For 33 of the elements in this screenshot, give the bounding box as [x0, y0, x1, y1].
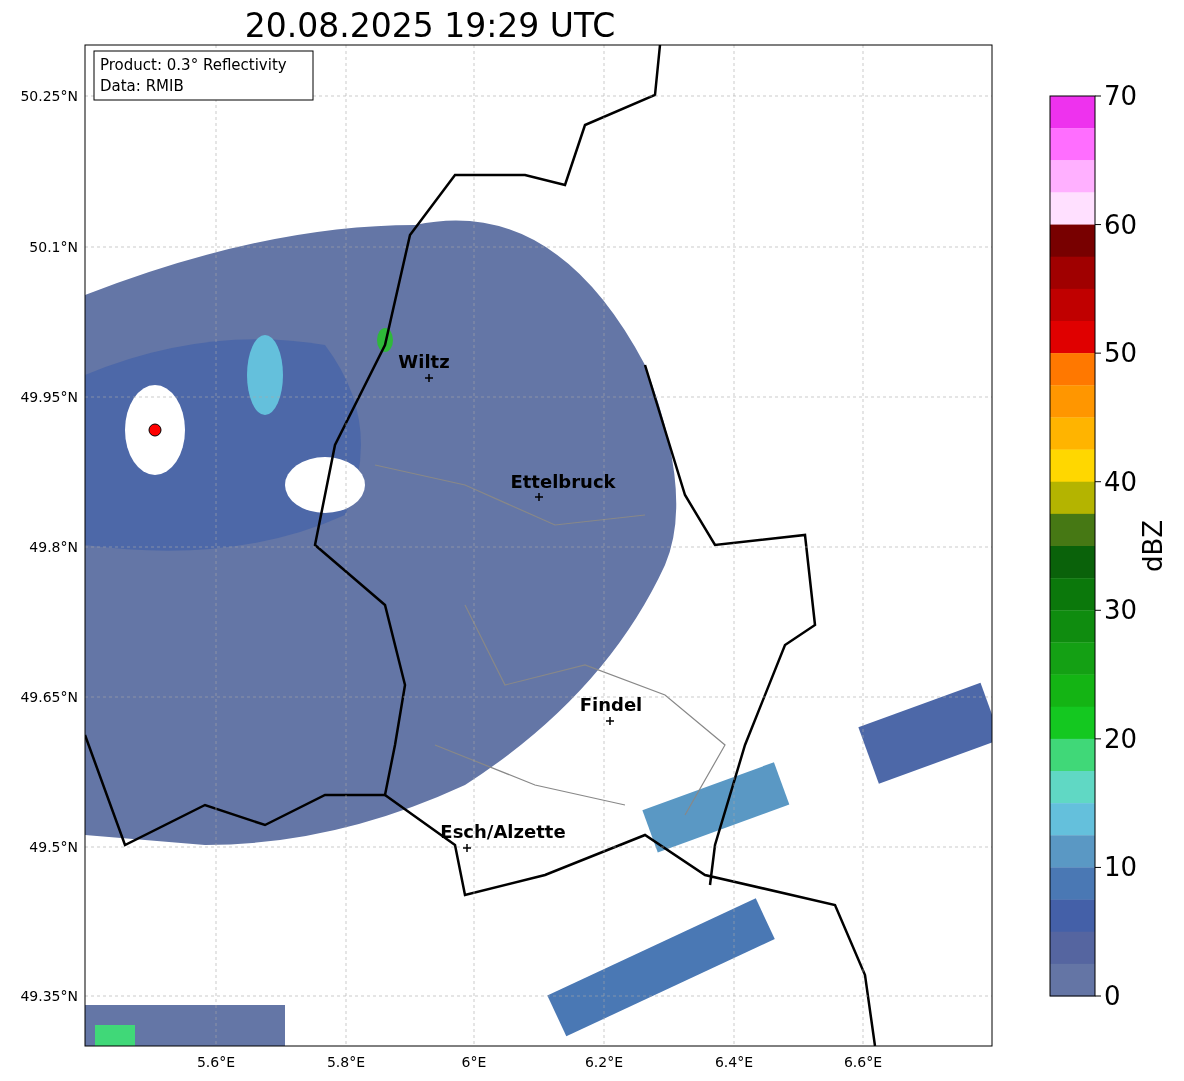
colorbar-tick-label: 0 — [1104, 981, 1121, 1011]
longitude-tick-label: 6.6°E — [843, 1054, 883, 1070]
colorbar-tick-label: 40 — [1104, 466, 1138, 497]
city-marker-icon — [534, 492, 544, 502]
city-label: Esch/Alzette — [440, 821, 566, 842]
longitude-tick-label: 5.8°E — [326, 1054, 366, 1070]
longitude-tick-label: 6°E — [461, 1054, 487, 1070]
latitude-tick-label: 49.35°N — [20, 988, 78, 1004]
latitude-tick-label: 50.25°N — [20, 88, 78, 104]
colorbar-label: dBZ — [1138, 519, 1168, 573]
latitude-tick-label: 49.95°N — [20, 389, 78, 405]
longitude-tick-label: 6.2°E — [584, 1054, 624, 1070]
colorbar-tick-label: 10 — [1104, 852, 1138, 883]
city-label: Ettelbruck — [510, 471, 616, 492]
city-label: Findel — [579, 694, 643, 715]
longitude-tick-label: 5.6°E — [196, 1054, 236, 1070]
info-text: Product: 0.3° Reflectivity — [100, 56, 287, 74]
latitude-tick-label: 49.5°N — [29, 839, 78, 855]
latitude-tick-label: 50.1°N — [29, 239, 78, 255]
city-marker-icon — [462, 843, 472, 853]
city-marker-icon — [605, 716, 615, 726]
colorbar-tick-label: 30 — [1104, 595, 1138, 626]
latitude-tick-label: 49.65°N — [20, 689, 78, 705]
chart-title: 20.08.2025 19:29 UTC — [244, 6, 616, 45]
city-marker-icon — [424, 373, 434, 383]
longitude-tick-label: 6.4°E — [714, 1054, 754, 1070]
latitude-tick-label: 49.8°N — [29, 539, 78, 555]
colorbar-tick-label: 60 — [1104, 209, 1138, 240]
city-label: Wiltz — [398, 351, 450, 372]
colorbar-tick-label: 70 — [1104, 81, 1138, 111]
info-text: Data: RMIB — [100, 77, 184, 95]
colorbar-tick-label: 50 — [1104, 338, 1138, 369]
colorbar-tick-label: 20 — [1104, 723, 1138, 754]
